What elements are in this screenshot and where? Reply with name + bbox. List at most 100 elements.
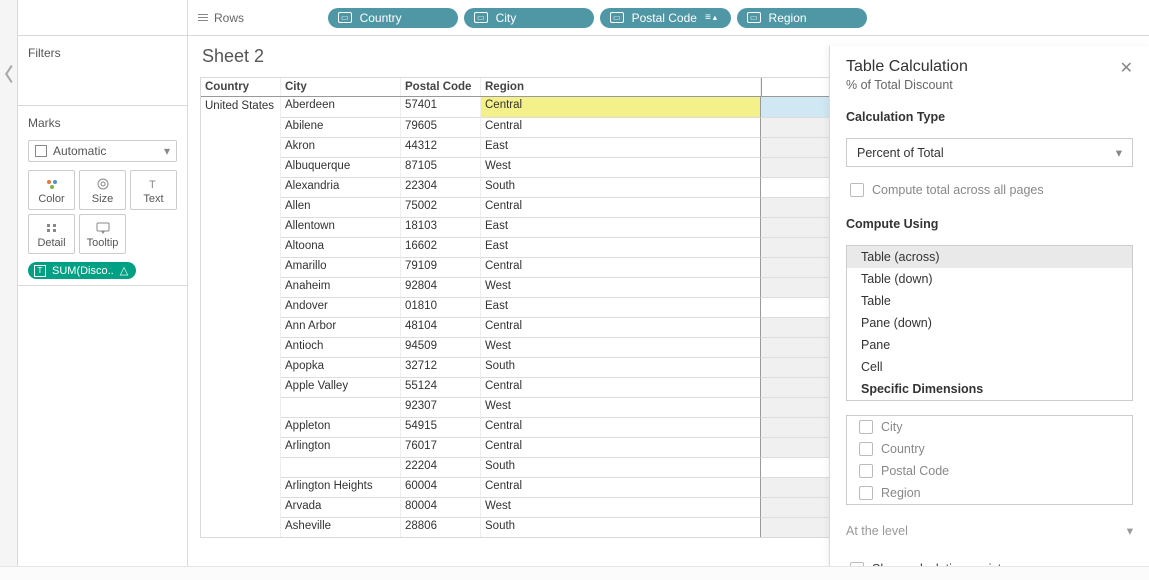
cell-city: Antioch bbox=[281, 337, 401, 357]
measure-pill-label: SUM(Disco.. bbox=[52, 265, 114, 277]
caret-down-icon: ▾ bbox=[164, 144, 170, 158]
pill-label: Country bbox=[360, 11, 402, 25]
cell-city: Ann Arbor bbox=[281, 317, 401, 337]
cell-region: Central bbox=[481, 377, 761, 397]
cell-region: South bbox=[481, 177, 761, 197]
cell-city: Alexandria bbox=[281, 177, 401, 197]
calc-type-value: Percent of Total bbox=[857, 146, 944, 160]
cell-region: Central bbox=[481, 317, 761, 337]
compute-using-option[interactable]: Pane bbox=[847, 334, 1132, 356]
cell-postal: 54915 bbox=[401, 417, 481, 437]
measure-pill[interactable]: T SUM(Disco.. △ bbox=[28, 262, 136, 279]
table-calculation-panel: Table Calculation % of Total Discount ✕ … bbox=[829, 46, 1149, 570]
cell-city: Anaheim bbox=[281, 277, 401, 297]
dimension-checkbox-row[interactable]: Region bbox=[847, 482, 1132, 504]
cell-region: West bbox=[481, 497, 761, 517]
col-header-city[interactable]: City bbox=[281, 78, 401, 96]
pill-label: City bbox=[496, 11, 517, 25]
text-icon: T bbox=[146, 177, 162, 191]
cell-city: Arlington Heights bbox=[281, 477, 401, 497]
filters-heading: Filters bbox=[28, 42, 177, 66]
left-gutter bbox=[0, 0, 18, 580]
cell-region: Central bbox=[481, 257, 761, 277]
tablecalc-icon: △ bbox=[120, 264, 128, 277]
detail-button[interactable]: Detail bbox=[28, 214, 75, 254]
col-header-postal[interactable]: Postal Code bbox=[401, 78, 481, 96]
cell-city: Abilene bbox=[281, 117, 401, 137]
cell-city: Andover bbox=[281, 297, 401, 317]
sort-icon[interactable]: ≡▴ bbox=[705, 12, 717, 23]
text-button[interactable]: T Text bbox=[130, 170, 177, 210]
cell-city: Arlington bbox=[281, 437, 401, 457]
cell-region: East bbox=[481, 137, 761, 157]
close-icon[interactable]: ✕ bbox=[1120, 58, 1133, 78]
cell-city: Aberdeen bbox=[281, 97, 401, 117]
color-button[interactable]: Color bbox=[28, 170, 75, 210]
compute-using-option[interactable]: Table (across) bbox=[847, 246, 1132, 268]
cell-region: South bbox=[481, 457, 761, 477]
col-header-region[interactable]: Region bbox=[481, 78, 761, 96]
checkbox-icon bbox=[859, 464, 873, 478]
cell-city: Arvada bbox=[281, 497, 401, 517]
cell-region: Central bbox=[481, 417, 761, 437]
cell-region: Central bbox=[481, 117, 761, 137]
compute-using-option[interactable]: Table bbox=[847, 290, 1132, 312]
compute-using-list[interactable]: Table (across)Table (down)TablePane (dow… bbox=[846, 245, 1133, 401]
cell-postal: 76017 bbox=[401, 437, 481, 457]
cell-postal: 44312 bbox=[401, 137, 481, 157]
dimension-icon bbox=[338, 12, 352, 23]
cell-city: Albuquerque bbox=[281, 157, 401, 177]
side-cards: Filters Marks Automatic ▾ Color Size T bbox=[18, 0, 188, 580]
detail-icon bbox=[44, 221, 60, 235]
cell-city: Asheville bbox=[281, 517, 401, 537]
rows-pills: Country City Postal Code≡▴ Region bbox=[328, 8, 867, 28]
dimension-pill-country[interactable]: Country bbox=[328, 8, 458, 28]
checkbox-icon bbox=[850, 183, 864, 197]
cell-city: Akron bbox=[281, 137, 401, 157]
marks-heading: Marks bbox=[28, 112, 177, 136]
text-mark-icon: T bbox=[34, 265, 46, 277]
marks-card: Marks Automatic ▾ Color Size T Text bbox=[18, 106, 187, 286]
cell-city: Apopka bbox=[281, 357, 401, 377]
automatic-icon bbox=[35, 145, 47, 157]
compute-total-across-checkbox[interactable]: Compute total across all pages bbox=[846, 181, 1133, 199]
collapse-left-icon[interactable] bbox=[2, 60, 16, 80]
tooltip-button[interactable]: Tooltip bbox=[79, 214, 126, 254]
dimension-checkbox-row[interactable]: Postal Code bbox=[847, 460, 1132, 482]
compute-using-option[interactable]: Table (down) bbox=[847, 268, 1132, 290]
cell-postal: 92804 bbox=[401, 277, 481, 297]
compute-using-option[interactable]: Cell bbox=[847, 356, 1132, 378]
calc-type-dropdown[interactable]: Percent of Total ▾ bbox=[846, 138, 1133, 167]
cell-city: Amarillo bbox=[281, 257, 401, 277]
marks-type-dropdown[interactable]: Automatic ▾ bbox=[28, 140, 177, 162]
cell-city: Altoona bbox=[281, 237, 401, 257]
country-cell[interactable]: United States bbox=[201, 97, 281, 537]
dimension-pill-postal-code[interactable]: Postal Code≡▴ bbox=[600, 8, 731, 28]
panel-title: Table Calculation bbox=[846, 58, 968, 76]
size-icon bbox=[95, 177, 111, 191]
cell-region: East bbox=[481, 297, 761, 317]
dimension-checkbox-row[interactable]: City bbox=[847, 416, 1132, 438]
size-button[interactable]: Size bbox=[79, 170, 126, 210]
compute-using-heading: Compute Using bbox=[846, 217, 1133, 231]
dimension-checkbox-row[interactable]: Country bbox=[847, 438, 1132, 460]
svg-text:T: T bbox=[149, 179, 156, 191]
cell-region: West bbox=[481, 277, 761, 297]
cell-postal: 01810 bbox=[401, 297, 481, 317]
cell-region: East bbox=[481, 237, 761, 257]
cell-postal: 18103 bbox=[401, 217, 481, 237]
cell-region: Central bbox=[481, 437, 761, 457]
cell-postal: 79605 bbox=[401, 117, 481, 137]
compute-using-option[interactable]: Specific Dimensions bbox=[847, 378, 1132, 400]
rows-shelf[interactable]: Rows Country City Postal Code≡▴ Region bbox=[188, 0, 1149, 36]
color-icon bbox=[44, 177, 60, 191]
dimension-pill-region[interactable]: Region bbox=[737, 8, 867, 28]
cell-postal: 57401 bbox=[401, 97, 481, 117]
cell-region: West bbox=[481, 337, 761, 357]
dimension-pill-city[interactable]: City bbox=[464, 8, 594, 28]
rows-shelf-label: Rows bbox=[198, 11, 318, 25]
cell-city: Appleton bbox=[281, 417, 401, 437]
cell-postal: 80004 bbox=[401, 497, 481, 517]
compute-using-option[interactable]: Pane (down) bbox=[847, 312, 1132, 334]
col-header-country[interactable]: Country bbox=[201, 78, 281, 96]
